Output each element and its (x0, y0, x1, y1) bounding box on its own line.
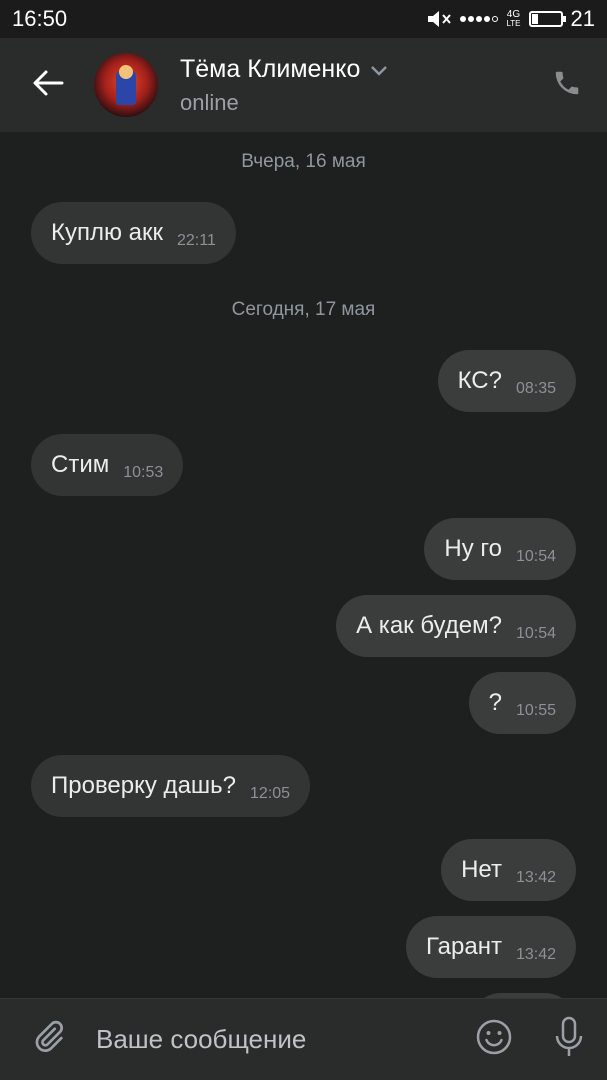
message-text: Гарант (426, 933, 502, 960)
mute-icon (426, 9, 452, 29)
message-text: ? (488, 689, 502, 716)
avatar[interactable] (94, 53, 158, 117)
message-text: Куплю акк (51, 219, 163, 246)
message-time: 10:53 (123, 464, 164, 481)
status-indicators: 4G LTE 21 (426, 6, 595, 32)
message-time: 13:42 (515, 869, 556, 886)
message-bubble[interactable]: Нет 13:42 (441, 839, 576, 901)
message-bubble[interactable]: Гарант 13:42 (406, 916, 576, 978)
network-type-label: 4G LTE (506, 9, 521, 29)
smiley-icon (475, 1018, 513, 1061)
back-button[interactable] (0, 38, 96, 132)
status-bar: 16:50 4G LTE 21 (0, 0, 607, 38)
message-time: 10:54 (515, 548, 556, 565)
message-input[interactable] (96, 998, 457, 1080)
microphone-icon (554, 1016, 584, 1063)
attach-button[interactable] (0, 999, 96, 1080)
message-bubble[interactable]: Ну го 10:54 (424, 518, 576, 580)
message-text: Ну го (444, 535, 502, 562)
date-separator: Вчера, 16 мая (241, 151, 366, 172)
message-text: КС? (457, 367, 502, 394)
back-arrow-icon (32, 69, 64, 102)
chat-header: Тёма Клименко online (0, 38, 607, 132)
message-bubble[interactable]: Стим 10:53 (31, 434, 184, 496)
message-list[interactable]: Вчера, 16 мая Куплю акк 22:11 Сегодня, 1… (0, 132, 607, 998)
message-text: Проверку дашь? (51, 772, 237, 799)
message-bubble[interactable]: Проверку дашь? 12:05 (31, 755, 311, 817)
battery-icon (528, 11, 566, 27)
emoji-button[interactable] (457, 999, 531, 1080)
message-bubble[interactable]: КС? 08:35 (437, 350, 576, 412)
message-composer (0, 998, 607, 1080)
status-time: 16:50 (12, 6, 68, 31)
message-bubble[interactable]: Куплю акк 22:11 (31, 202, 236, 264)
message-text: Нет (461, 856, 502, 883)
message-time: 13:42 (515, 946, 556, 963)
signal-strength-icon (460, 16, 499, 22)
call-button[interactable] (527, 38, 607, 132)
phone-icon (552, 68, 582, 103)
battery-level-text: 21 (570, 6, 595, 31)
message-text: А как будем? (356, 612, 502, 639)
message-time: 08:35 (515, 380, 556, 397)
date-separator: Сегодня, 17 мая (231, 299, 376, 320)
voice-record-button[interactable] (531, 999, 607, 1080)
message-bubble[interactable]: ? 10:55 (468, 672, 576, 734)
message-time: 12:05 (250, 785, 291, 802)
message-bubble[interactable]: А как будем? 10:54 (336, 595, 576, 657)
message-time: 10:54 (515, 625, 556, 642)
message-text: Стим (51, 451, 110, 478)
contact-name: Тёма Клименко (180, 54, 361, 83)
chevron-down-icon[interactable] (370, 55, 388, 84)
message-time: 10:55 (515, 702, 556, 719)
paperclip-icon (30, 1017, 66, 1062)
contact-info[interactable]: Тёма Клименко online (180, 55, 527, 116)
message-time: 22:11 (177, 232, 216, 249)
contact-status: online (180, 89, 239, 115)
